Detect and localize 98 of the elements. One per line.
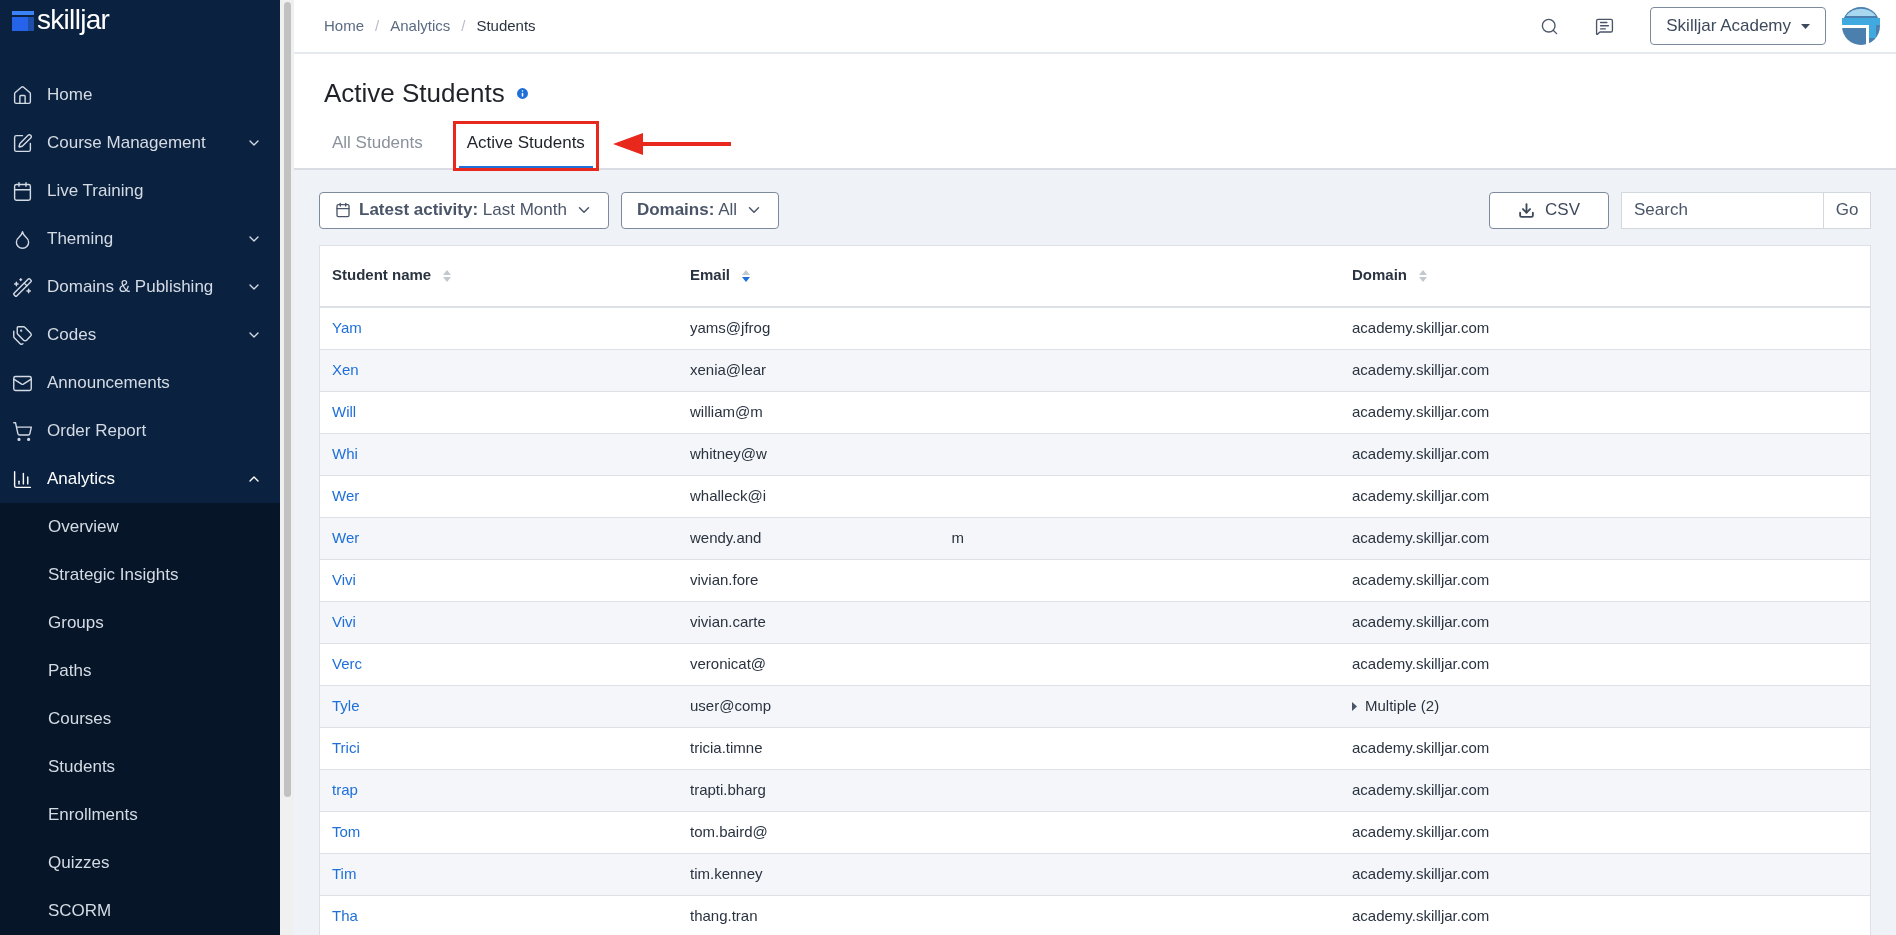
- table-cell-text: vivian.carte: [690, 611, 766, 632]
- sidebar-item[interactable]: Course Management: [0, 119, 280, 167]
- go-button[interactable]: Go: [1824, 191, 1871, 229]
- info-icon[interactable]: [514, 86, 530, 101]
- breadcrumb-link[interactable]: Analytics: [390, 14, 451, 38]
- table-cell-text: veronicat@: [690, 653, 767, 674]
- sidebar-subitem[interactable]: Groups: [0, 599, 280, 647]
- student-name-link[interactable]: trap: [332, 778, 358, 802]
- student-name-link[interactable]: Tim: [332, 862, 357, 886]
- filter-dropdown[interactable]: Domains: All: [620, 191, 780, 229]
- table-cell-text: academy.skilljar.com: [1352, 443, 1490, 464]
- student-name-link[interactable]: Verc: [332, 652, 362, 676]
- sidebar-item[interactable]: Live Training: [0, 167, 280, 215]
- table-cell-text: thang.tran: [690, 905, 758, 926]
- table-cell-text: tim.kenney: [690, 863, 763, 884]
- table-cell-text: vivian.fore: [690, 569, 759, 590]
- breadcrumb-separator: /: [461, 15, 466, 36]
- sidebar-subitem[interactable]: Strategic Insights: [0, 551, 280, 599]
- table-cell-text: academy.skilljar.com: [1352, 401, 1490, 422]
- table-cell-text: academy.skilljar.com: [1352, 569, 1490, 590]
- table-cell-text: academy.skilljar.com: [1352, 527, 1490, 548]
- student-name-link[interactable]: Trici: [332, 736, 360, 760]
- sidebar-item[interactable]: Codes: [0, 311, 280, 359]
- search-field[interactable]: Search: [1621, 191, 1824, 229]
- table-cell-text: academy.skilljar.com: [1352, 485, 1490, 506]
- table-cell-text: user@comp: [690, 695, 772, 716]
- download-icon: [1518, 201, 1535, 219]
- table-cell-text: trapti.bharg: [690, 779, 766, 800]
- csv-button[interactable]: CSV: [1489, 191, 1609, 229]
- table-cell-text: academy.skilljar.com: [1352, 863, 1490, 884]
- student-name-link[interactable]: Tom: [332, 820, 361, 844]
- logo-text: skilljar: [37, 6, 110, 34]
- student-name-link[interactable]: Tyle: [332, 694, 360, 718]
- search-icon[interactable]: [1540, 16, 1560, 36]
- table-cell-text: academy.skilljar.com: [1352, 611, 1490, 632]
- student-name-link[interactable]: Wer: [332, 526, 360, 550]
- filter-dropdown[interactable]: Latest activity: Last Month: [319, 191, 609, 229]
- table-cell-text: tricia.timne: [690, 737, 763, 758]
- breadcrumb-link[interactable]: Home: [324, 14, 364, 38]
- table-cell-text: m: [951, 527, 964, 548]
- tab[interactable]: Active Students: [458, 130, 593, 168]
- home-icon: [12, 84, 33, 106]
- sidebar-item[interactable]: Home: [0, 71, 280, 119]
- table-cell-text: academy.skilljar.com: [1352, 359, 1490, 380]
- table-cell-text: yams@jfrog: [690, 317, 771, 338]
- table-cell-text: whalleck@i: [690, 485, 767, 506]
- table-cell-text: xenia@lear: [690, 359, 767, 380]
- table-cell-text: academy.skilljar.com: [1352, 317, 1490, 338]
- student-name-link[interactable]: Wer: [332, 484, 360, 508]
- sidebar-item[interactable]: Domains & Publishing: [0, 263, 280, 311]
- column-header[interactable]: Email: [690, 264, 731, 287]
- table-cell-text: academy.skilljar.com: [1352, 905, 1490, 926]
- student-name-link[interactable]: Vivi: [332, 610, 356, 634]
- chat-icon[interactable]: [1595, 16, 1615, 36]
- sidebar-subitem[interactable]: Courses: [0, 695, 280, 743]
- table-cell-text: academy.skilljar.com: [1352, 821, 1490, 842]
- breadcrumb-separator: /: [375, 15, 380, 36]
- table-cell-text: academy.skilljar.com: [1352, 653, 1490, 674]
- scrollbar-thumb[interactable]: [283, 2, 291, 797]
- sidebar-item[interactable]: Announcements: [0, 359, 280, 407]
- table-cell-text: academy.skilljar.com: [1352, 779, 1490, 800]
- sidebar-subitem[interactable]: Students: [0, 743, 280, 791]
- cart-icon: [12, 420, 33, 442]
- student-name-link[interactable]: Yam: [332, 316, 362, 340]
- sidebar-item[interactable]: Theming: [0, 215, 280, 263]
- sidebar-item[interactable]: Analytics: [0, 455, 280, 503]
- table-cell-text: academy.skilljar.com: [1352, 737, 1490, 758]
- sidebar-subitem[interactable]: Quizzes: [0, 839, 280, 887]
- wand-icon: [12, 276, 33, 298]
- calendar-icon: [12, 180, 33, 202]
- sidebar-subitem[interactable]: SCORM: [0, 887, 280, 935]
- avatar-logo[interactable]: [1842, 7, 1880, 45]
- column-header[interactable]: Student name: [332, 264, 432, 287]
- caret-right-icon[interactable]: [1352, 701, 1357, 711]
- calendar-icon: [335, 202, 351, 218]
- student-name-link[interactable]: Tha: [332, 904, 358, 928]
- table-cell-text: whitney@w: [690, 443, 767, 464]
- sidebar-subitem[interactable]: Overview: [0, 503, 280, 551]
- table-cell-text: Multiple (2): [1365, 695, 1440, 716]
- table-cell-text: tom.baird@: [690, 821, 768, 842]
- edit-icon: [12, 132, 33, 154]
- table-cell-text: william@m: [690, 401, 763, 422]
- table-cell-text: wendy.and: [690, 527, 762, 548]
- student-name-link[interactable]: Will: [332, 400, 357, 424]
- sidebar-subitem[interactable]: Enrollments: [0, 791, 280, 839]
- column-header[interactable]: Domain: [1352, 264, 1407, 287]
- breadcrumb-current: Students: [476, 15, 536, 36]
- caret-icon: [1801, 23, 1810, 29]
- student-name-link[interactable]: Vivi: [332, 568, 356, 592]
- tags-icon: [12, 324, 33, 346]
- sidebar-item[interactable]: Order Report: [0, 407, 280, 455]
- account-dropdown[interactable]: Skilljar Academy: [1650, 7, 1826, 45]
- logo-icon: [12, 9, 34, 31]
- bar-chart-icon: [12, 468, 33, 490]
- page-title: Active Students: [324, 77, 505, 110]
- sidebar-subitem[interactable]: Paths: [0, 647, 280, 695]
- student-name-link[interactable]: Xen: [332, 358, 359, 382]
- student-name-link[interactable]: Whi: [332, 442, 358, 466]
